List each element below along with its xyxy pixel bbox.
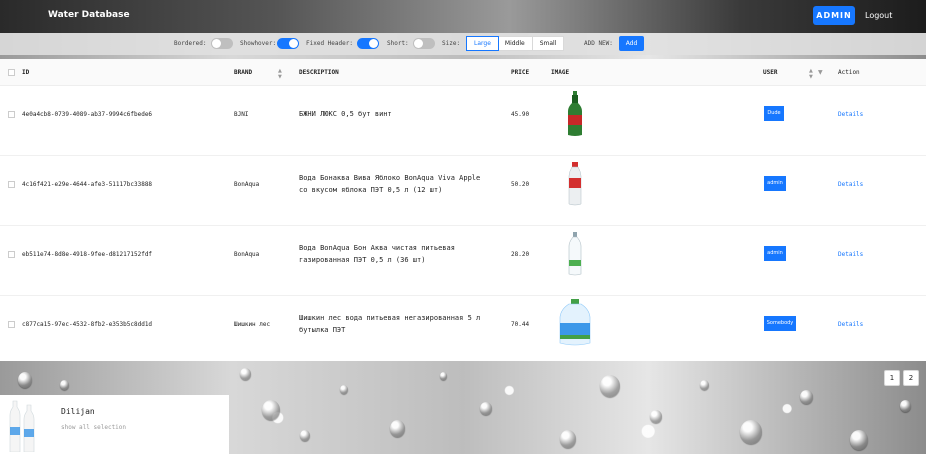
short-label: Short:	[387, 40, 409, 47]
short-switch[interactable]	[413, 38, 435, 49]
show-all-selection-link[interactable]: show all selection	[61, 424, 126, 431]
row-checkbox[interactable]	[8, 111, 15, 118]
add-button[interactable]: Add	[619, 36, 644, 51]
pagination-page-1[interactable]: 1	[884, 370, 900, 386]
table-settings-toolbar	[0, 33, 926, 55]
fixed-header-switch[interactable]	[357, 38, 379, 49]
fixed-header-label: Fixed Header:	[306, 40, 353, 47]
row-checkbox[interactable]	[8, 251, 15, 258]
table-row: c877ca15-97ec-4532-8fb2-e353b5c8dd1d Шиш…	[0, 296, 926, 366]
column-header-id: ID	[22, 69, 30, 76]
row-details-link[interactable]: Details	[838, 321, 863, 328]
row-user-button[interactable]: Dude	[764, 106, 784, 121]
row-user-button[interactable]: admin	[764, 246, 786, 261]
row-description: Вода BonAqua Бон Аква чистая питьевая га…	[299, 244, 455, 264]
dilijan-bottles-icon	[9, 400, 35, 452]
row-id: eb511e74-8d8e-4918-9fee-d81217152fdf	[22, 251, 153, 258]
row-brand: BJNI	[234, 111, 249, 118]
row-brand: BonAqua	[234, 181, 260, 188]
row-id: c877ca15-97ec-4532-8fb2-e353b5c8dd1d	[22, 321, 153, 328]
size-option-middle[interactable]: Middle	[498, 37, 533, 50]
red-cap-bottle-icon	[568, 162, 582, 206]
row-price: 70.44	[511, 321, 530, 328]
row-description: Вода Бонаква Вива Яблоко BonAqua Viva Ap…	[299, 174, 481, 194]
row-description: Шишкин лес вода питьевая негазированная …	[299, 314, 481, 334]
table-row: 4c16f421-e29e-4644-afe3-51117bc33888 Bon…	[0, 156, 926, 226]
size-label: Size:	[442, 40, 461, 47]
green-bottle-icon	[568, 91, 582, 136]
row-id: 4e0a4cb8-0739-4089-ab37-9994c6fbede6	[22, 111, 153, 118]
row-id: 4c16f421-e29e-4644-afe3-51117bc33888	[22, 181, 153, 188]
add-new-label: ADD NEW:	[584, 40, 613, 47]
row-user-button[interactable]: Somebody	[764, 316, 796, 331]
bordered-label: Bordered:	[174, 40, 207, 47]
row-brand: Шишкин лес	[234, 321, 271, 328]
column-header-user[interactable]: USER	[763, 69, 777, 76]
showhover-switch[interactable]	[277, 38, 299, 49]
column-header-action: Action	[838, 69, 860, 76]
bordered-switch[interactable]	[211, 38, 233, 49]
selection-card[interactable]: Dilijan show all selection	[0, 395, 229, 454]
large-jug-icon	[559, 299, 591, 346]
table-row: eb511e74-8d8e-4918-9fee-d81217152fdf Bon…	[0, 226, 926, 296]
size-segmented-control: Large Middle Small	[466, 36, 565, 51]
row-user-button[interactable]: admin	[764, 176, 786, 191]
size-option-small[interactable]: Small	[533, 37, 564, 50]
pagination-page-2[interactable]: 2	[903, 370, 919, 386]
selection-card-title: Dilijan	[61, 407, 95, 416]
user-filter-icon[interactable]: ▼	[818, 69, 823, 76]
logout-link[interactable]: Logout	[865, 11, 892, 20]
row-checkbox[interactable]	[8, 181, 15, 188]
select-all-checkbox[interactable]	[8, 69, 15, 76]
app-title: Water Database	[48, 10, 130, 20]
table-row: 4e0a4cb8-0739-4089-ab37-9994c6fbede6 BJN…	[0, 86, 926, 156]
app-header: Water Database ADMIN Logout	[0, 0, 926, 33]
showhover-label: Showhover:	[240, 40, 277, 47]
clear-bottle-icon	[568, 232, 582, 276]
column-header-brand[interactable]: BRAND	[234, 69, 252, 76]
row-price: 45.90	[511, 111, 530, 118]
admin-button[interactable]: ADMIN	[813, 6, 855, 25]
row-details-link[interactable]: Details	[838, 251, 863, 258]
column-header-image: IMAGE	[551, 69, 570, 76]
user-sort-icon[interactable]: ▲ ▼	[809, 68, 813, 80]
table-header: ID BRAND ▲ ▼ DESCRIPTION PRICE IMAGE USER…	[0, 59, 926, 86]
brand-sort-icon[interactable]: ▲ ▼	[278, 68, 282, 80]
water-table: ID BRAND ▲ ▼ DESCRIPTION PRICE IMAGE USER…	[0, 59, 926, 361]
row-price: 28.20	[511, 251, 530, 258]
size-option-large[interactable]: Large	[466, 36, 499, 51]
row-checkbox[interactable]	[8, 321, 15, 328]
row-brand: BonAqua	[234, 251, 260, 258]
row-description: БЖНИ ЛЮКС 0,5 бут винт	[299, 110, 392, 118]
row-details-link[interactable]: Details	[838, 181, 863, 188]
column-header-price: PRICE	[511, 69, 530, 76]
column-header-description: DESCRIPTION	[299, 69, 339, 76]
row-details-link[interactable]: Details	[838, 111, 863, 118]
row-price: 50.20	[511, 181, 530, 188]
